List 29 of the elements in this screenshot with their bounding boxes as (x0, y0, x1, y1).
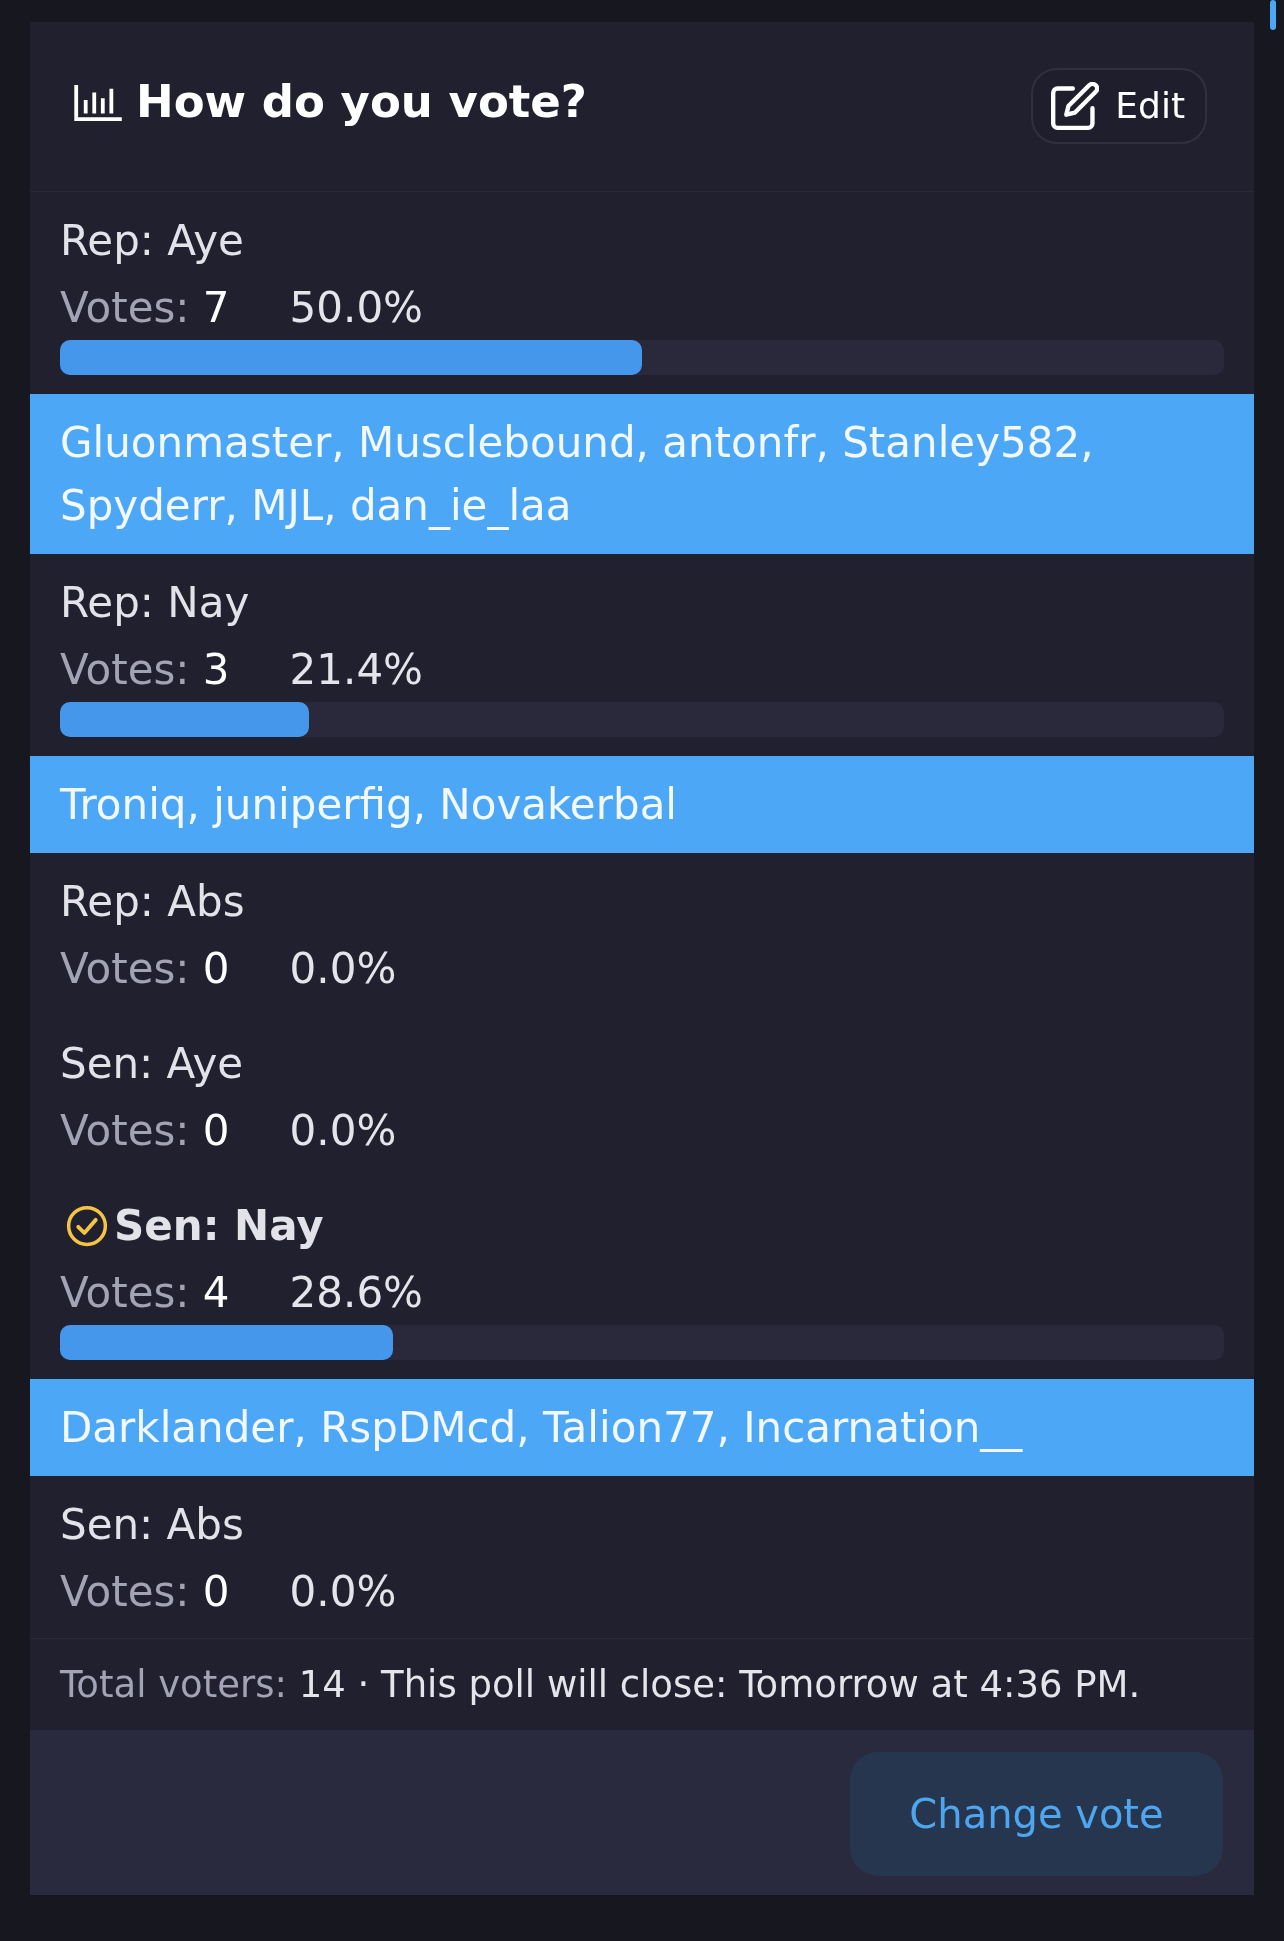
vote-percent: 0.0% (289, 1566, 397, 1616)
vote-percent: 0.0% (289, 943, 397, 993)
vote-percent: 21.4% (289, 644, 424, 694)
option-label: Sen: Aye (60, 1038, 244, 1090)
bar-chart-icon (74, 82, 124, 121)
vote-count: Votes: 3 (60, 644, 230, 694)
voter-list: Troniq, juniperfig, Novakerbal (30, 756, 1254, 853)
edit-button[interactable]: Edit (1031, 67, 1207, 144)
option-label: Sen: Nay (114, 1200, 324, 1252)
vote-percent: 50.0% (289, 282, 424, 332)
vote-count: Votes: 4 (60, 1267, 230, 1317)
option-label: Rep: Nay (60, 577, 250, 629)
vote-percent: 0.0% (289, 1105, 397, 1155)
vote-count: Votes: 0 (60, 1105, 230, 1155)
voter-list: Gluonmaster, Musclebound, antonfr, Stanley582, Spyderr, MJL, dan_ie_laa (30, 394, 1254, 554)
voter-list: Darklander, RspDMcd, Talion77, Incarnation__ (30, 1379, 1254, 1476)
vote-count: Votes: 7 (60, 282, 230, 332)
vote-count: Votes: 0 (60, 943, 230, 993)
pencil-square-icon (1051, 81, 1100, 130)
poll-title: How do you vote? (136, 75, 587, 128)
poll-footer-text: Total voters: 14 · This poll will close: Tomorrow at 4:36 PM. (60, 1662, 1142, 1708)
vote-percent: 28.6% (289, 1267, 424, 1317)
change-vote-button[interactable]: Change vote (850, 1752, 1223, 1876)
option-label: Sen: Abs (60, 1499, 244, 1551)
scrollbar-thumb (1270, 0, 1276, 30)
vote-count: Votes: 0 (60, 1566, 230, 1616)
option-label: Rep: Aye (60, 215, 244, 267)
check-circle-icon (66, 1205, 108, 1247)
option-label: Rep: Abs (60, 876, 245, 928)
